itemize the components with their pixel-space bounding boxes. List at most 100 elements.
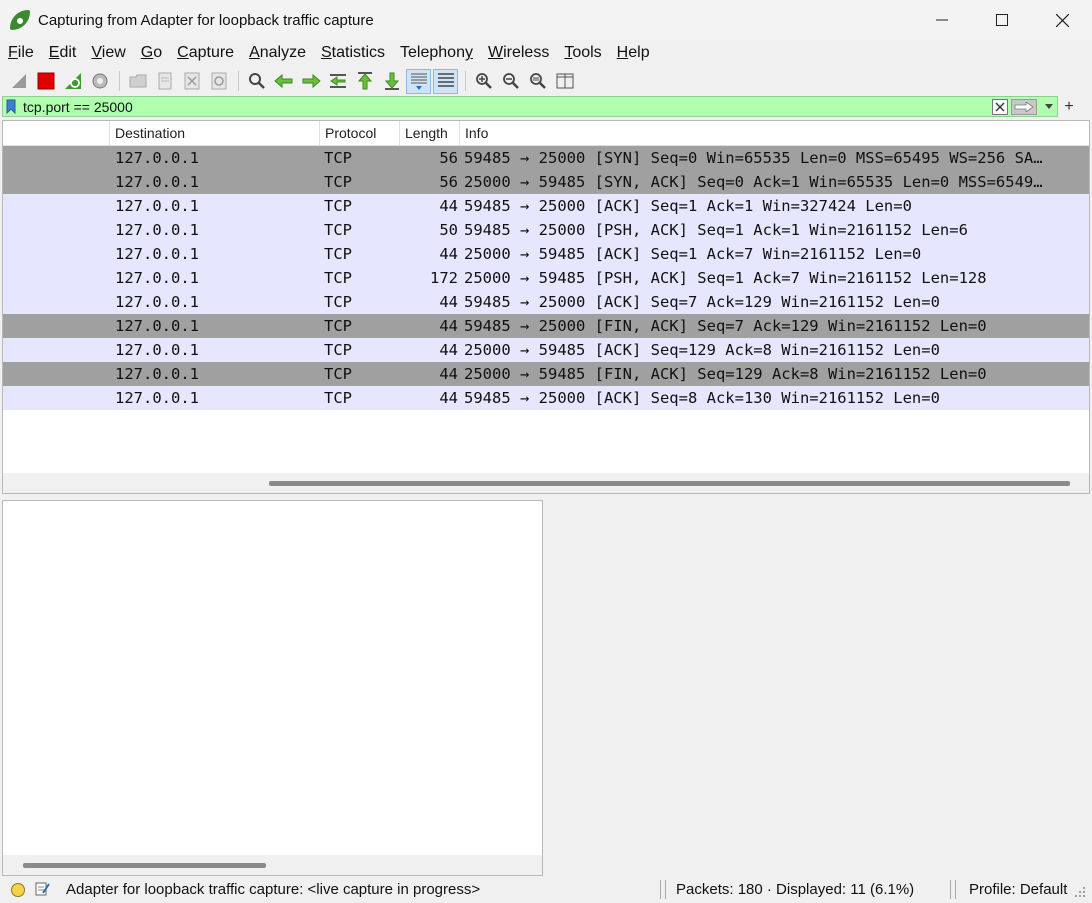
capture-options-button[interactable] <box>87 69 112 94</box>
packet-row[interactable]: 127.0.0.1 TCP 56 25000 → 59485 [SYN, ACK] S… <box>3 170 1089 194</box>
packet-row[interactable]: 127.0.0.1 TCP 44 25000 → 59485 [FIN, ACK] S… <box>3 362 1089 386</box>
menu-file[interactable]: File <box>0 44 41 62</box>
packet-length: 44 <box>439 341 458 359</box>
resize-columns-button[interactable] <box>552 69 577 94</box>
go-to-packet-button[interactable] <box>325 69 350 94</box>
packet-destination: 127.0.0.1 <box>115 317 199 335</box>
packet-bytes-pane[interactable] <box>545 500 1092 876</box>
menu-help[interactable]: Help <box>609 44 657 62</box>
clear-filter-button[interactable] <box>992 98 1008 115</box>
close-file-button[interactable] <box>179 69 204 94</box>
menu-edit[interactable]: Edit <box>41 44 84 62</box>
menu-tools[interactable]: Tools <box>556 44 608 62</box>
minimize-icon <box>936 19 948 21</box>
packet-info: 59485 → 25000 [FIN, ACK] Seq=7 Ack=129 W… <box>464 317 987 335</box>
find-packet-button[interactable] <box>244 69 269 94</box>
packet-destination: 127.0.0.1 <box>115 197 199 215</box>
zoom-normal-icon <box>529 73 546 89</box>
maximize-icon <box>996 14 1008 26</box>
packet-info: 25000 → 59485 [PSH, ACK] Seq=1 Ack=7 Win… <box>464 269 987 287</box>
column-header-info[interactable]: Info <box>460 121 1089 145</box>
menu-go[interactable]: Go <box>133 44 169 62</box>
packet-protocol: TCP <box>324 269 352 287</box>
column-header-protocol[interactable]: Protocol <box>320 121 400 145</box>
apply-filter-button[interactable] <box>1011 98 1037 115</box>
zoom-out-button[interactable] <box>498 69 523 94</box>
packet-row[interactable]: 127.0.0.1 TCP 44 59485 → 25000 [ACK] Seq=1 … <box>3 194 1089 218</box>
packet-row[interactable]: 127.0.0.1 TCP 50 59485 → 25000 [PSH, ACK] S… <box>3 218 1089 242</box>
add-filter-button-plus-icon[interactable]: + <box>1060 96 1078 117</box>
minimize-button[interactable] <box>912 0 972 40</box>
packet-row[interactable]: 127.0.0.1 TCP 56 59485 → 25000 [SYN] Seq=0 … <box>3 146 1089 170</box>
packet-list-hscrollbar[interactable] <box>3 473 1089 493</box>
packet-row[interactable]: 127.0.0.1 TCP 44 59485 → 25000 [ACK] Seq=7 … <box>3 290 1089 314</box>
packet-details-pane[interactable] <box>2 500 543 876</box>
menu-telephony[interactable]: Telephony <box>392 44 480 62</box>
maximize-button[interactable] <box>972 0 1032 40</box>
expert-info-led-icon[interactable] <box>11 883 25 897</box>
packet-info: 25000 → 59485 [ACK] Seq=129 Ack=8 Win=21… <box>464 341 940 359</box>
window-title: Capturing from Adapter for loopback traf… <box>38 11 374 29</box>
packet-row[interactable]: 127.0.0.1 TCP 44 59485 → 25000 [ACK] Seq=8 … <box>3 386 1089 410</box>
title-bar: Capturing from Adapter for loopback traf… <box>0 0 1092 40</box>
menu-capture[interactable]: Capture <box>169 44 241 62</box>
packet-protocol: TCP <box>324 365 352 383</box>
filter-history-dropdown[interactable] <box>1041 99 1057 115</box>
packet-length: 172 <box>430 269 458 287</box>
close-icon <box>1055 13 1069 27</box>
zoom-in-button[interactable] <box>471 69 496 94</box>
column-header-destination[interactable]: Destination <box>110 121 320 145</box>
packet-row[interactable]: 127.0.0.1 TCP 44 59485 → 25000 [FIN, ACK] S… <box>3 314 1089 338</box>
start-capture-button[interactable] <box>6 69 31 94</box>
resize-grip-icon[interactable] <box>1074 885 1086 897</box>
column-header-blank[interactable] <box>3 121 110 145</box>
packet-destination: 127.0.0.1 <box>115 293 199 311</box>
packet-length: 56 <box>439 173 458 191</box>
packet-rows: 127.0.0.1 TCP 56 59485 → 25000 [SYN] Seq=0 … <box>3 146 1089 410</box>
display-filter-bar <box>2 96 1058 117</box>
colorize-icon <box>437 73 454 87</box>
filter-bookmark-button[interactable] <box>3 97 19 116</box>
go-forward-icon <box>302 73 321 89</box>
restart-capture-button[interactable] <box>60 69 85 94</box>
restart-capture-icon <box>64 73 81 89</box>
stop-capture-button[interactable] <box>33 69 58 94</box>
column-header-length[interactable]: Length <box>400 121 460 145</box>
packet-row[interactable]: 127.0.0.1 TCP 44 25000 → 59485 [ACK] Seq=1 … <box>3 242 1089 266</box>
packet-row[interactable]: 127.0.0.1 TCP 172 25000 → 59485 [PSH, ACK] … <box>3 266 1089 290</box>
open-file-icon <box>129 74 146 88</box>
profile-text[interactable]: Profile: Default <box>969 881 1067 898</box>
go-first-button[interactable] <box>352 69 377 94</box>
go-forward-button[interactable] <box>298 69 323 94</box>
packet-row[interactable]: 127.0.0.1 TCP 44 25000 → 59485 [ACK] Seq=12… <box>3 338 1089 362</box>
stop-capture-icon <box>37 72 54 90</box>
zoom-normal-button[interactable] <box>525 69 550 94</box>
autoscroll-button[interactable] <box>406 68 431 94</box>
reload-file-button[interactable] <box>206 69 231 94</box>
go-back-button[interactable] <box>271 69 296 94</box>
display-filter-input[interactable] <box>19 97 992 116</box>
menu-wireless[interactable]: Wireless <box>480 44 556 62</box>
packet-list-hscroll-thumb[interactable] <box>269 481 1070 486</box>
colorize-button[interactable] <box>433 68 458 94</box>
packet-protocol: TCP <box>324 221 352 239</box>
menu-view[interactable]: View <box>83 44 132 62</box>
details-hscrollbar[interactable] <box>3 855 542 875</box>
capture-comment-icon[interactable] <box>34 881 50 897</box>
clear-icon <box>995 102 1005 111</box>
autoscroll-icon <box>410 73 427 90</box>
close-button[interactable] <box>1032 0 1092 40</box>
packet-info: 25000 → 59485 [SYN, ACK] Seq=0 Ack=1 Win… <box>464 173 1043 191</box>
packet-destination: 127.0.0.1 <box>115 149 199 167</box>
details-hscroll-thumb[interactable] <box>23 863 266 868</box>
go-last-button[interactable] <box>379 69 404 94</box>
packet-info: 25000 → 59485 [ACK] Seq=1 Ack=7 Win=2161… <box>464 245 922 263</box>
menu-statistics[interactable]: Statistics <box>313 44 392 62</box>
go-to-packet-icon <box>329 74 346 88</box>
save-file-button[interactable] <box>152 69 177 94</box>
menu-analyze[interactable]: Analyze <box>241 44 313 62</box>
packet-destination: 127.0.0.1 <box>115 269 199 287</box>
packet-protocol: TCP <box>324 389 352 407</box>
open-file-button[interactable] <box>125 69 150 94</box>
main-toolbar <box>0 66 1092 96</box>
